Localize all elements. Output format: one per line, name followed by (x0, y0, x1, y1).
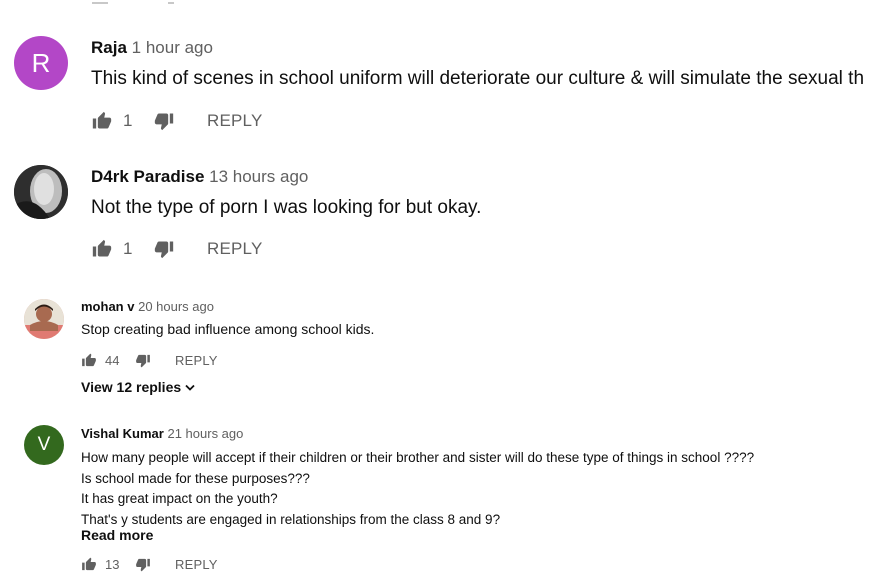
avatar[interactable]: R (14, 36, 68, 90)
like-count: 1 (123, 239, 133, 258)
like-count: 44 (105, 352, 120, 368)
comment-actions: 44 REPLY (81, 352, 218, 368)
comment-thread: mohan v 20 hours ago Stop creating bad i… (0, 292, 875, 402)
comment-actions: 1 REPLY (91, 239, 263, 259)
timestamp[interactable]: 20 hours ago (138, 299, 214, 314)
comment-header: mohan v 20 hours ago (81, 299, 214, 314)
reply-button[interactable]: REPLY (175, 557, 218, 572)
like-icon[interactable] (91, 239, 113, 259)
like-count: 1 (123, 111, 133, 130)
author-name[interactable]: Raja (91, 38, 127, 57)
read-more-link[interactable]: Read more (81, 527, 153, 543)
comment-thread: D4rk Paradise 13 hours ago Not the type … (0, 158, 875, 268)
comment-line: It has great impact on the youth? (81, 491, 278, 506)
comment-text: Stop creating bad influence among school… (81, 321, 375, 337)
comment-line: Is school made for these purposes??? (81, 470, 310, 486)
dislike-icon[interactable] (135, 353, 151, 368)
like-icon[interactable] (81, 557, 97, 572)
comment-header: D4rk Paradise 13 hours ago (91, 167, 308, 187)
avatar[interactable] (24, 299, 64, 339)
avatar[interactable]: V (24, 425, 64, 465)
like-icon[interactable] (91, 111, 113, 131)
timestamp[interactable]: 1 hour ago (132, 38, 213, 57)
dislike-icon[interactable] (153, 239, 175, 259)
comment-thread: V Vishal Kumar 21 hours ago How many peo… (0, 420, 875, 580)
avatar-image (24, 299, 64, 339)
view-replies-button[interactable]: View 12 replies (81, 379, 195, 395)
comment-actions: 13 REPLY (81, 556, 218, 572)
author-name[interactable]: Vishal Kumar (81, 426, 164, 441)
reply-button[interactable]: REPLY (207, 111, 263, 131)
author-name[interactable]: D4rk Paradise (91, 167, 204, 186)
chevron-down-icon (185, 379, 195, 395)
comment-line: That's y students are engaged in relatio… (81, 511, 501, 527)
comment-text: This kind of scenes in school uniform wi… (91, 68, 865, 89)
reply-button[interactable]: REPLY (207, 239, 263, 259)
like-icon[interactable] (81, 353, 97, 368)
timestamp[interactable]: 13 hours ago (209, 167, 308, 186)
previous-comment-fragment (92, 0, 212, 4)
comment-text: Not the type of porn I was looking for b… (91, 197, 482, 218)
comment-header: Raja 1 hour ago (91, 38, 213, 58)
timestamp[interactable]: 21 hours ago (167, 426, 243, 441)
avatar-letter: R (31, 47, 51, 78)
reply-button[interactable]: REPLY (175, 353, 218, 368)
avatar[interactable] (14, 165, 68, 219)
comment-line: How many people will accept if their chi… (81, 450, 755, 465)
dislike-icon[interactable] (153, 111, 175, 131)
like-count: 13 (105, 556, 120, 572)
comment-header: Vishal Kumar 21 hours ago (81, 426, 243, 441)
dislike-icon[interactable] (135, 557, 151, 572)
avatar-letter: V (37, 434, 51, 455)
comment-thread: R Raja 1 hour ago This kind of scenes in… (0, 30, 875, 140)
comment-text: How many people will accept if their chi… (81, 448, 754, 530)
avatar-image (14, 165, 68, 219)
author-name[interactable]: mohan v (81, 299, 134, 314)
view-replies-label: View 12 replies (81, 379, 182, 395)
comment-actions: 1 REPLY (91, 111, 263, 131)
